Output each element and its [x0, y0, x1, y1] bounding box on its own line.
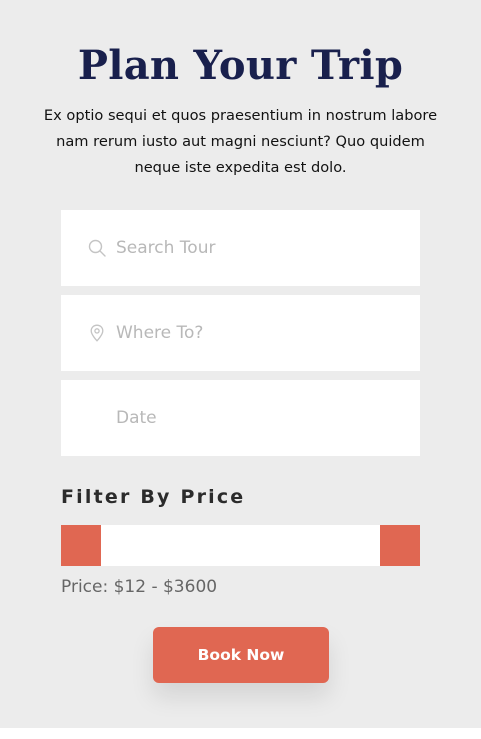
- date-input[interactable]: [116, 380, 406, 456]
- price-slider-min-handle[interactable]: [61, 525, 101, 566]
- page-description: Ex optio sequi et quos praesentium in no…: [43, 107, 438, 176]
- price-slider-max-handle[interactable]: [380, 525, 420, 566]
- where-to-input[interactable]: [116, 295, 406, 371]
- book-now-button[interactable]: Book Now: [153, 627, 329, 683]
- where-to-field: [61, 295, 420, 371]
- trip-planner-panel: Plan Your Trip Ex optio sequi et quos pr…: [0, 0, 481, 728]
- filter-by-price-heading: Filter By Price: [61, 486, 246, 508]
- search-tour-field: [61, 210, 420, 286]
- price-range-label: Price: $12 - $3600: [61, 577, 218, 597]
- search-tour-input[interactable]: [116, 210, 406, 286]
- date-field: [61, 380, 420, 456]
- search-icon: [88, 239, 106, 257]
- page-title: Plan Your Trip: [77, 42, 404, 89]
- location-pin-icon: [88, 324, 106, 342]
- price-range-slider[interactable]: [61, 525, 420, 566]
